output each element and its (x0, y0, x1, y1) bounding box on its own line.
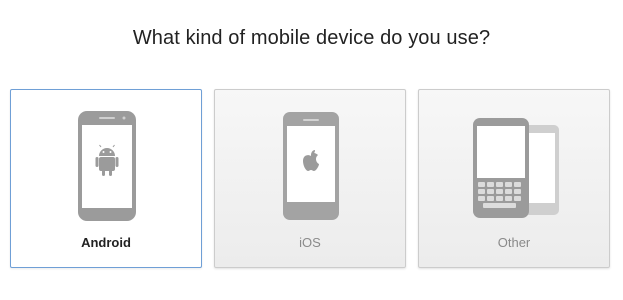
android-phone-icon (78, 111, 136, 221)
iphone-icon (283, 112, 339, 220)
ios-option-card[interactable]: iOS (214, 89, 406, 268)
page-title: What kind of mobile device do you use? (132, 27, 491, 49)
device-chooser-page: What kind of mobile device do you use? A… (0, 0, 623, 300)
ios-option-label: iOS (299, 235, 321, 250)
other-device-illustration (419, 90, 609, 230)
android-option-label: Android (81, 235, 131, 250)
blackberry-phone-icon (473, 118, 559, 218)
android-option-card[interactable]: Android (10, 89, 202, 268)
ios-device-illustration (215, 90, 405, 230)
other-option-label: Other (497, 235, 531, 250)
other-option-card[interactable]: Other (418, 89, 610, 268)
android-device-illustration (11, 90, 201, 230)
